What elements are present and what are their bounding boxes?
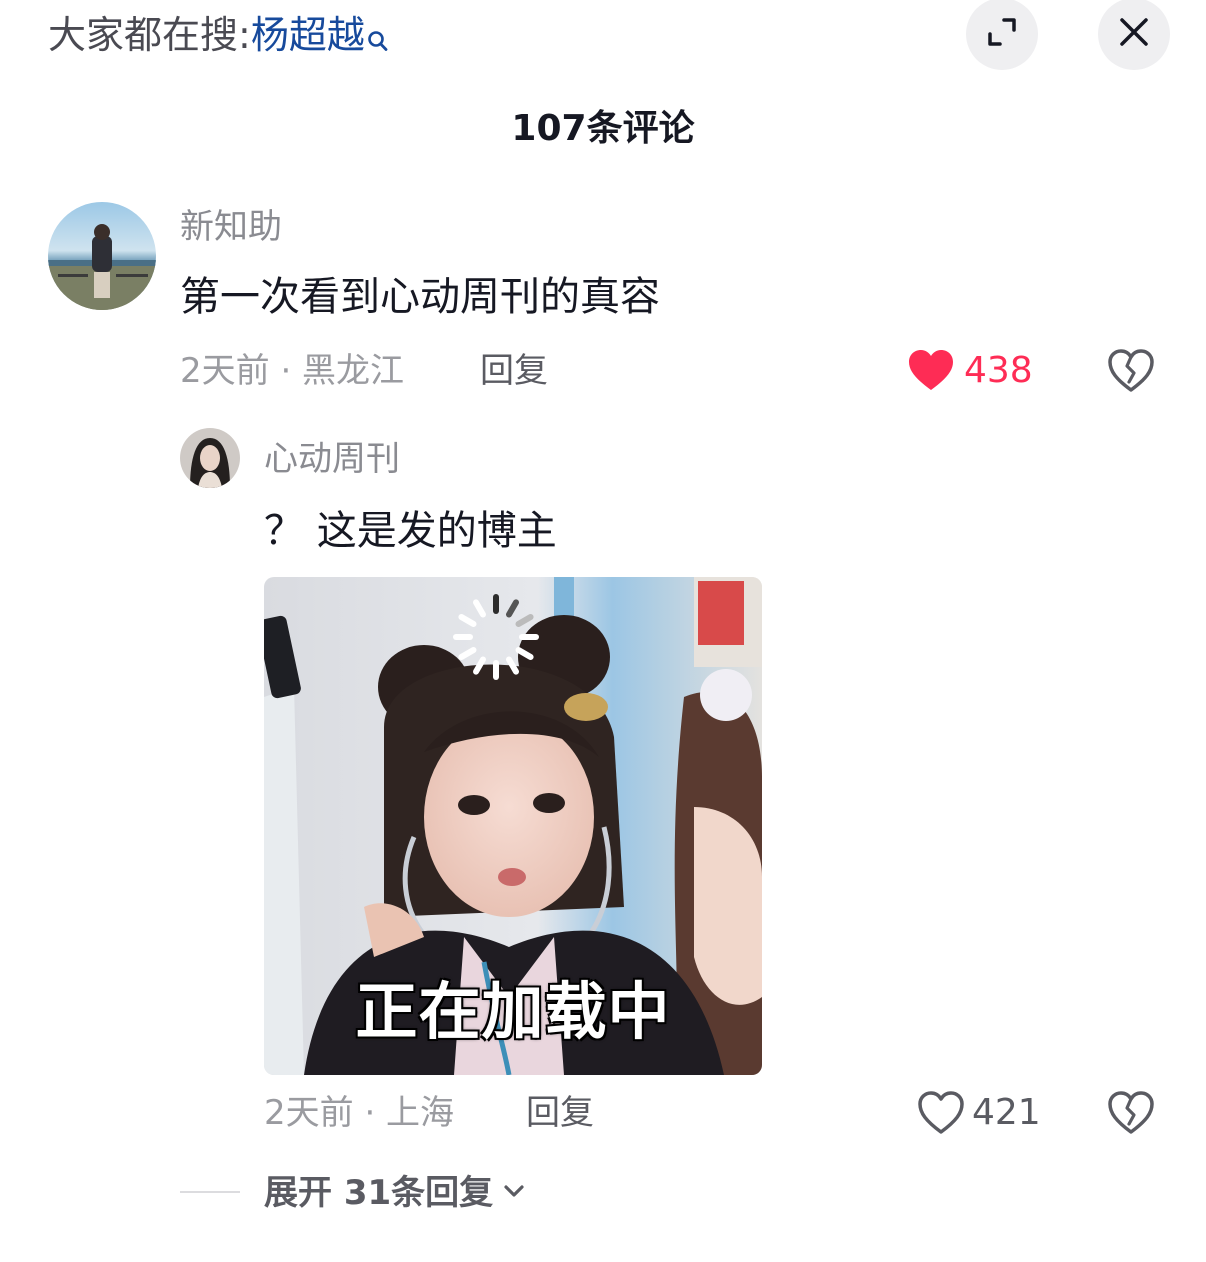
heart-filled-icon[interactable]: [906, 346, 956, 400]
comment-count-title: 107条评论: [511, 108, 695, 149]
chevron-down-icon: [493, 1170, 527, 1216]
search-icon: [367, 16, 389, 66]
avatar[interactable]: [180, 428, 240, 488]
divider: [180, 1191, 240, 1193]
expand-replies-label: 展开 31条回复: [264, 1173, 494, 1213]
avatar[interactable]: [48, 202, 156, 310]
search-suggestion-keyword[interactable]: 杨超越: [251, 13, 365, 57]
like-count: 438: [964, 350, 1033, 391]
search-suggestion-prefix: 大家都在搜:: [48, 13, 251, 57]
expand-button[interactable]: [966, 0, 1038, 70]
reply-sticker-image[interactable]: 正在加载中: [264, 577, 762, 1075]
close-button[interactable]: [1098, 0, 1170, 70]
broken-heart-icon[interactable]: [1106, 346, 1156, 400]
reply-button[interactable]: 回复: [480, 348, 548, 394]
reply-button[interactable]: 回复: [526, 1090, 594, 1136]
comment-username[interactable]: 新知助: [180, 204, 282, 250]
comment-text: 第一次看到心动周刊的真容: [180, 274, 660, 320]
reply-meta: 2天前 · 上海: [264, 1093, 455, 1133]
broken-heart-icon[interactable]: [1106, 1088, 1156, 1142]
expand-icon: [982, 12, 1022, 56]
reply-text: ？ 这是发的博主: [264, 508, 557, 554]
search-suggestion[interactable]: 大家都在搜:杨超越: [48, 10, 389, 66]
expand-replies-button[interactable]: 展开 31条回复: [264, 1170, 527, 1216]
sticker-caption: 正在加载中: [355, 975, 671, 1048]
heart-outline-icon[interactable]: [916, 1088, 966, 1142]
close-icon: [1114, 12, 1154, 56]
reply-username[interactable]: 心动周刊: [264, 436, 400, 482]
comment-meta: 2天前 · 黑龙江: [180, 351, 405, 391]
like-count: 421: [972, 1092, 1041, 1133]
